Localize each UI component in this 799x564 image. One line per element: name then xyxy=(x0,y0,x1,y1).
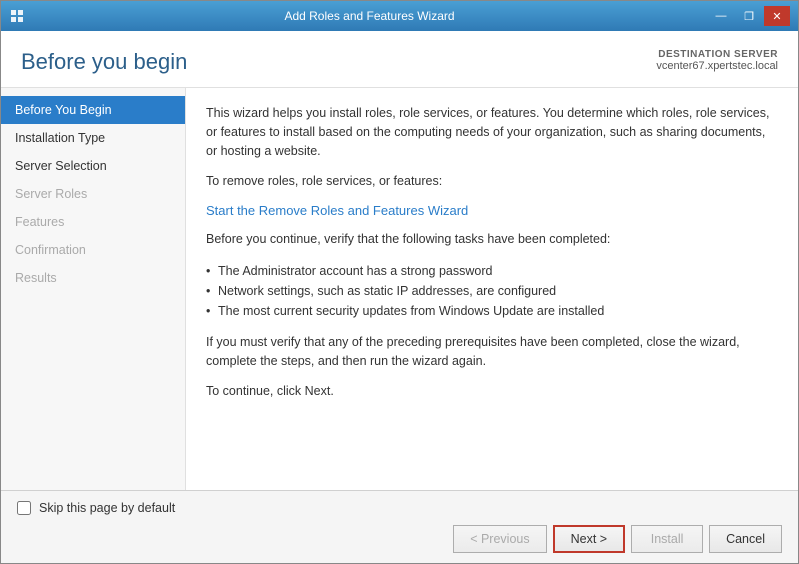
restore-button[interactable]: ❐ xyxy=(736,6,762,26)
close-button[interactable]: ✕ xyxy=(764,6,790,26)
footer: Skip this page by default < Previous Nex… xyxy=(1,490,798,563)
cancel-button[interactable]: Cancel xyxy=(709,525,782,553)
list-item: Network settings, such as static IP addr… xyxy=(206,281,778,301)
server-name: vcenter67.xpertstec.local xyxy=(656,60,778,72)
button-row: < Previous Next > Install Cancel xyxy=(17,525,782,553)
prerequisites-list: The Administrator account has a strong p… xyxy=(206,261,778,321)
wizard-window: Add Roles and Features Wizard — ❐ ✕ Befo… xyxy=(0,0,799,564)
content-paragraph-2: To remove roles, role services, or featu… xyxy=(206,172,778,191)
skip-checkbox-row: Skip this page by default xyxy=(17,501,782,515)
list-item: The most current security updates from W… xyxy=(206,301,778,321)
main-layout: Before You Begin Installation Type Serve… xyxy=(1,88,798,490)
content-paragraph-5: To continue, click Next. xyxy=(206,382,778,401)
page-title: Before you begin xyxy=(21,49,187,75)
sidebar-item-before-you-begin[interactable]: Before You Begin xyxy=(1,96,185,124)
sidebar-item-server-selection[interactable]: Server Selection xyxy=(1,152,185,180)
sidebar: Before You Begin Installation Type Serve… xyxy=(1,88,186,490)
sidebar-item-server-roles: Server Roles xyxy=(1,180,185,208)
minimize-button[interactable]: — xyxy=(708,6,734,26)
install-button[interactable]: Install xyxy=(631,525,703,553)
remove-roles-link[interactable]: Start the Remove Roles and Features Wiza… xyxy=(206,203,468,218)
previous-button[interactable]: < Previous xyxy=(453,525,546,553)
window-title: Add Roles and Features Wizard xyxy=(31,9,708,23)
sidebar-item-confirmation: Confirmation xyxy=(1,236,185,264)
skip-checkbox-label[interactable]: Skip this page by default xyxy=(39,501,175,515)
destination-server-info: DESTINATION SERVER vcenter67.xpertstec.l… xyxy=(656,49,778,72)
next-button[interactable]: Next > xyxy=(553,525,625,553)
window-controls: — ❐ ✕ xyxy=(708,6,790,26)
content-paragraph-4: If you must verify that any of the prece… xyxy=(206,333,778,371)
sidebar-item-features: Features xyxy=(1,208,185,236)
sidebar-item-results: Results xyxy=(1,264,185,292)
sidebar-item-installation-type[interactable]: Installation Type xyxy=(1,124,185,152)
destination-label: DESTINATION SERVER xyxy=(656,49,778,60)
title-bar: Add Roles and Features Wizard — ❐ ✕ xyxy=(1,1,798,31)
page-header: Before you begin DESTINATION SERVER vcen… xyxy=(1,31,798,88)
list-item: The Administrator account has a strong p… xyxy=(206,261,778,281)
app-icon xyxy=(9,8,25,24)
main-content: This wizard helps you install roles, rol… xyxy=(186,88,798,490)
skip-checkbox[interactable] xyxy=(17,501,31,515)
content-paragraph-1: This wizard helps you install roles, rol… xyxy=(206,104,778,160)
content-paragraph-3: Before you continue, verify that the fol… xyxy=(206,230,778,249)
